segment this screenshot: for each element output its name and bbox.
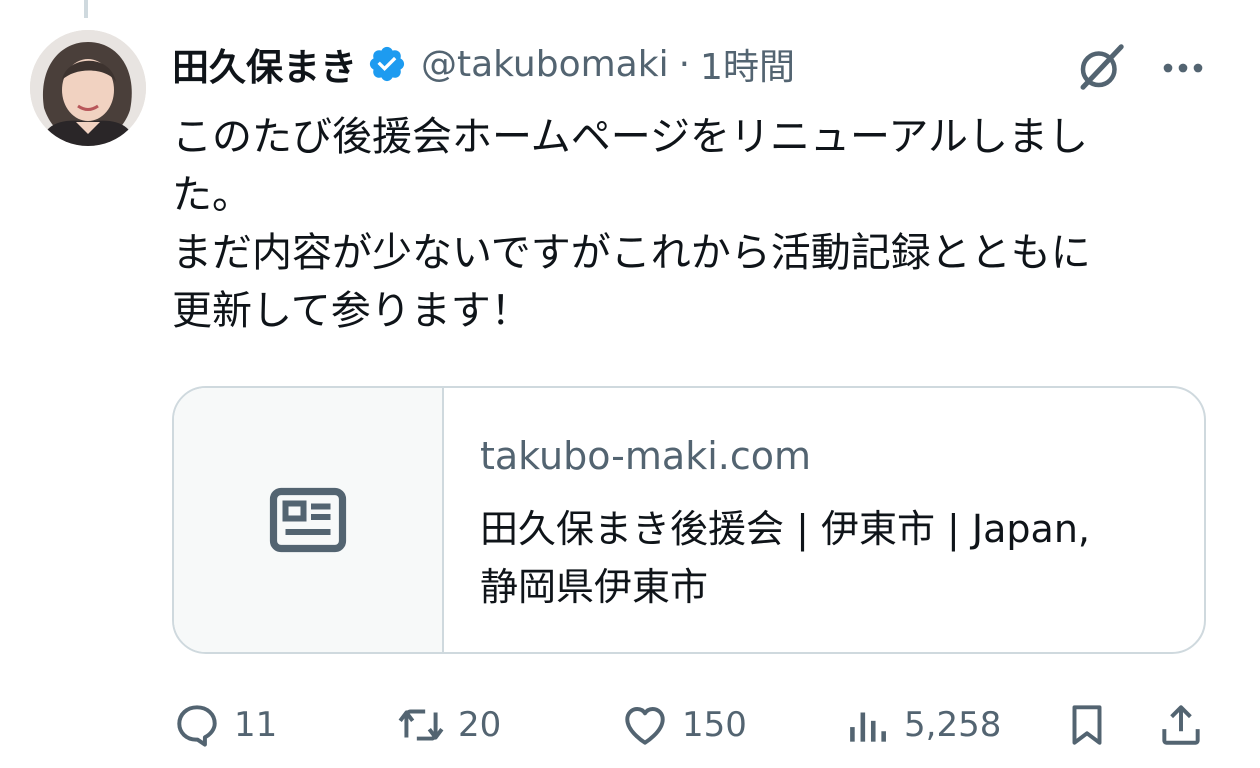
action-bar: 11 20 150 5,258: [0, 690, 1260, 760]
link-card[interactable]: takubo-maki.com 田久保まき後援会 | 伊東市 | Japan, …: [172, 386, 1206, 654]
repost-icon: [398, 709, 444, 741]
share-button[interactable]: [1156, 690, 1218, 760]
like-count: 150: [682, 705, 747, 745]
link-card-domain: takubo-maki.com: [480, 434, 811, 478]
analytics-icon: [850, 712, 886, 742]
tweet-text: このたび後援会ホームページをリニューアルしまし た。 まだ内容が少ないですがこれ…: [172, 108, 1222, 340]
tweet-text-line: た。: [172, 172, 252, 218]
verified-badge-icon: [369, 46, 405, 82]
grok-icon[interactable]: [1074, 40, 1128, 94]
tweet-text-line: 更新して参ります！: [172, 288, 531, 334]
thread-connector-line: [84, 0, 88, 18]
repost-button[interactable]: 20: [396, 690, 501, 760]
timestamp[interactable]: 1時間: [700, 38, 795, 90]
views-button[interactable]: 5,258: [842, 690, 1001, 760]
link-card-title-line: 静岡県伊東市: [480, 565, 709, 609]
tweet-text-line: このたび後援会ホームページをリニューアルしまし: [172, 114, 1088, 160]
meta-separator: ·: [678, 43, 691, 85]
tweet-text-line: まだ内容が少ないですがこれから活動記録とともに: [172, 230, 1091, 276]
author-name[interactable]: 田久保まき: [172, 37, 357, 91]
link-card-title: 田久保まき後援会 | 伊東市 | Japan, 静岡県伊東市: [480, 500, 1180, 616]
bookmark-button[interactable]: [1062, 690, 1124, 760]
article-icon: [269, 487, 347, 553]
reply-icon: [177, 705, 217, 747]
reply-count: 11: [234, 705, 278, 745]
link-card-title-line: 田久保まき後援会 | 伊東市 | Japan,: [480, 507, 1090, 551]
link-card-thumbnail: [174, 388, 444, 652]
author-handle[interactable]: @takubomaki: [421, 44, 669, 85]
like-button[interactable]: 150: [620, 690, 747, 760]
view-count: 5,258: [904, 705, 1002, 745]
tweet-header: 田久保まき @takubomaki · 1時間: [172, 36, 795, 92]
bookmark-icon: [1072, 705, 1102, 745]
more-icon[interactable]: [1158, 48, 1208, 88]
share-icon: [1162, 705, 1200, 745]
reply-button[interactable]: 11: [172, 690, 277, 760]
avatar[interactable]: [30, 30, 146, 146]
heart-icon: [625, 706, 665, 745]
repost-count: 20: [458, 705, 502, 745]
